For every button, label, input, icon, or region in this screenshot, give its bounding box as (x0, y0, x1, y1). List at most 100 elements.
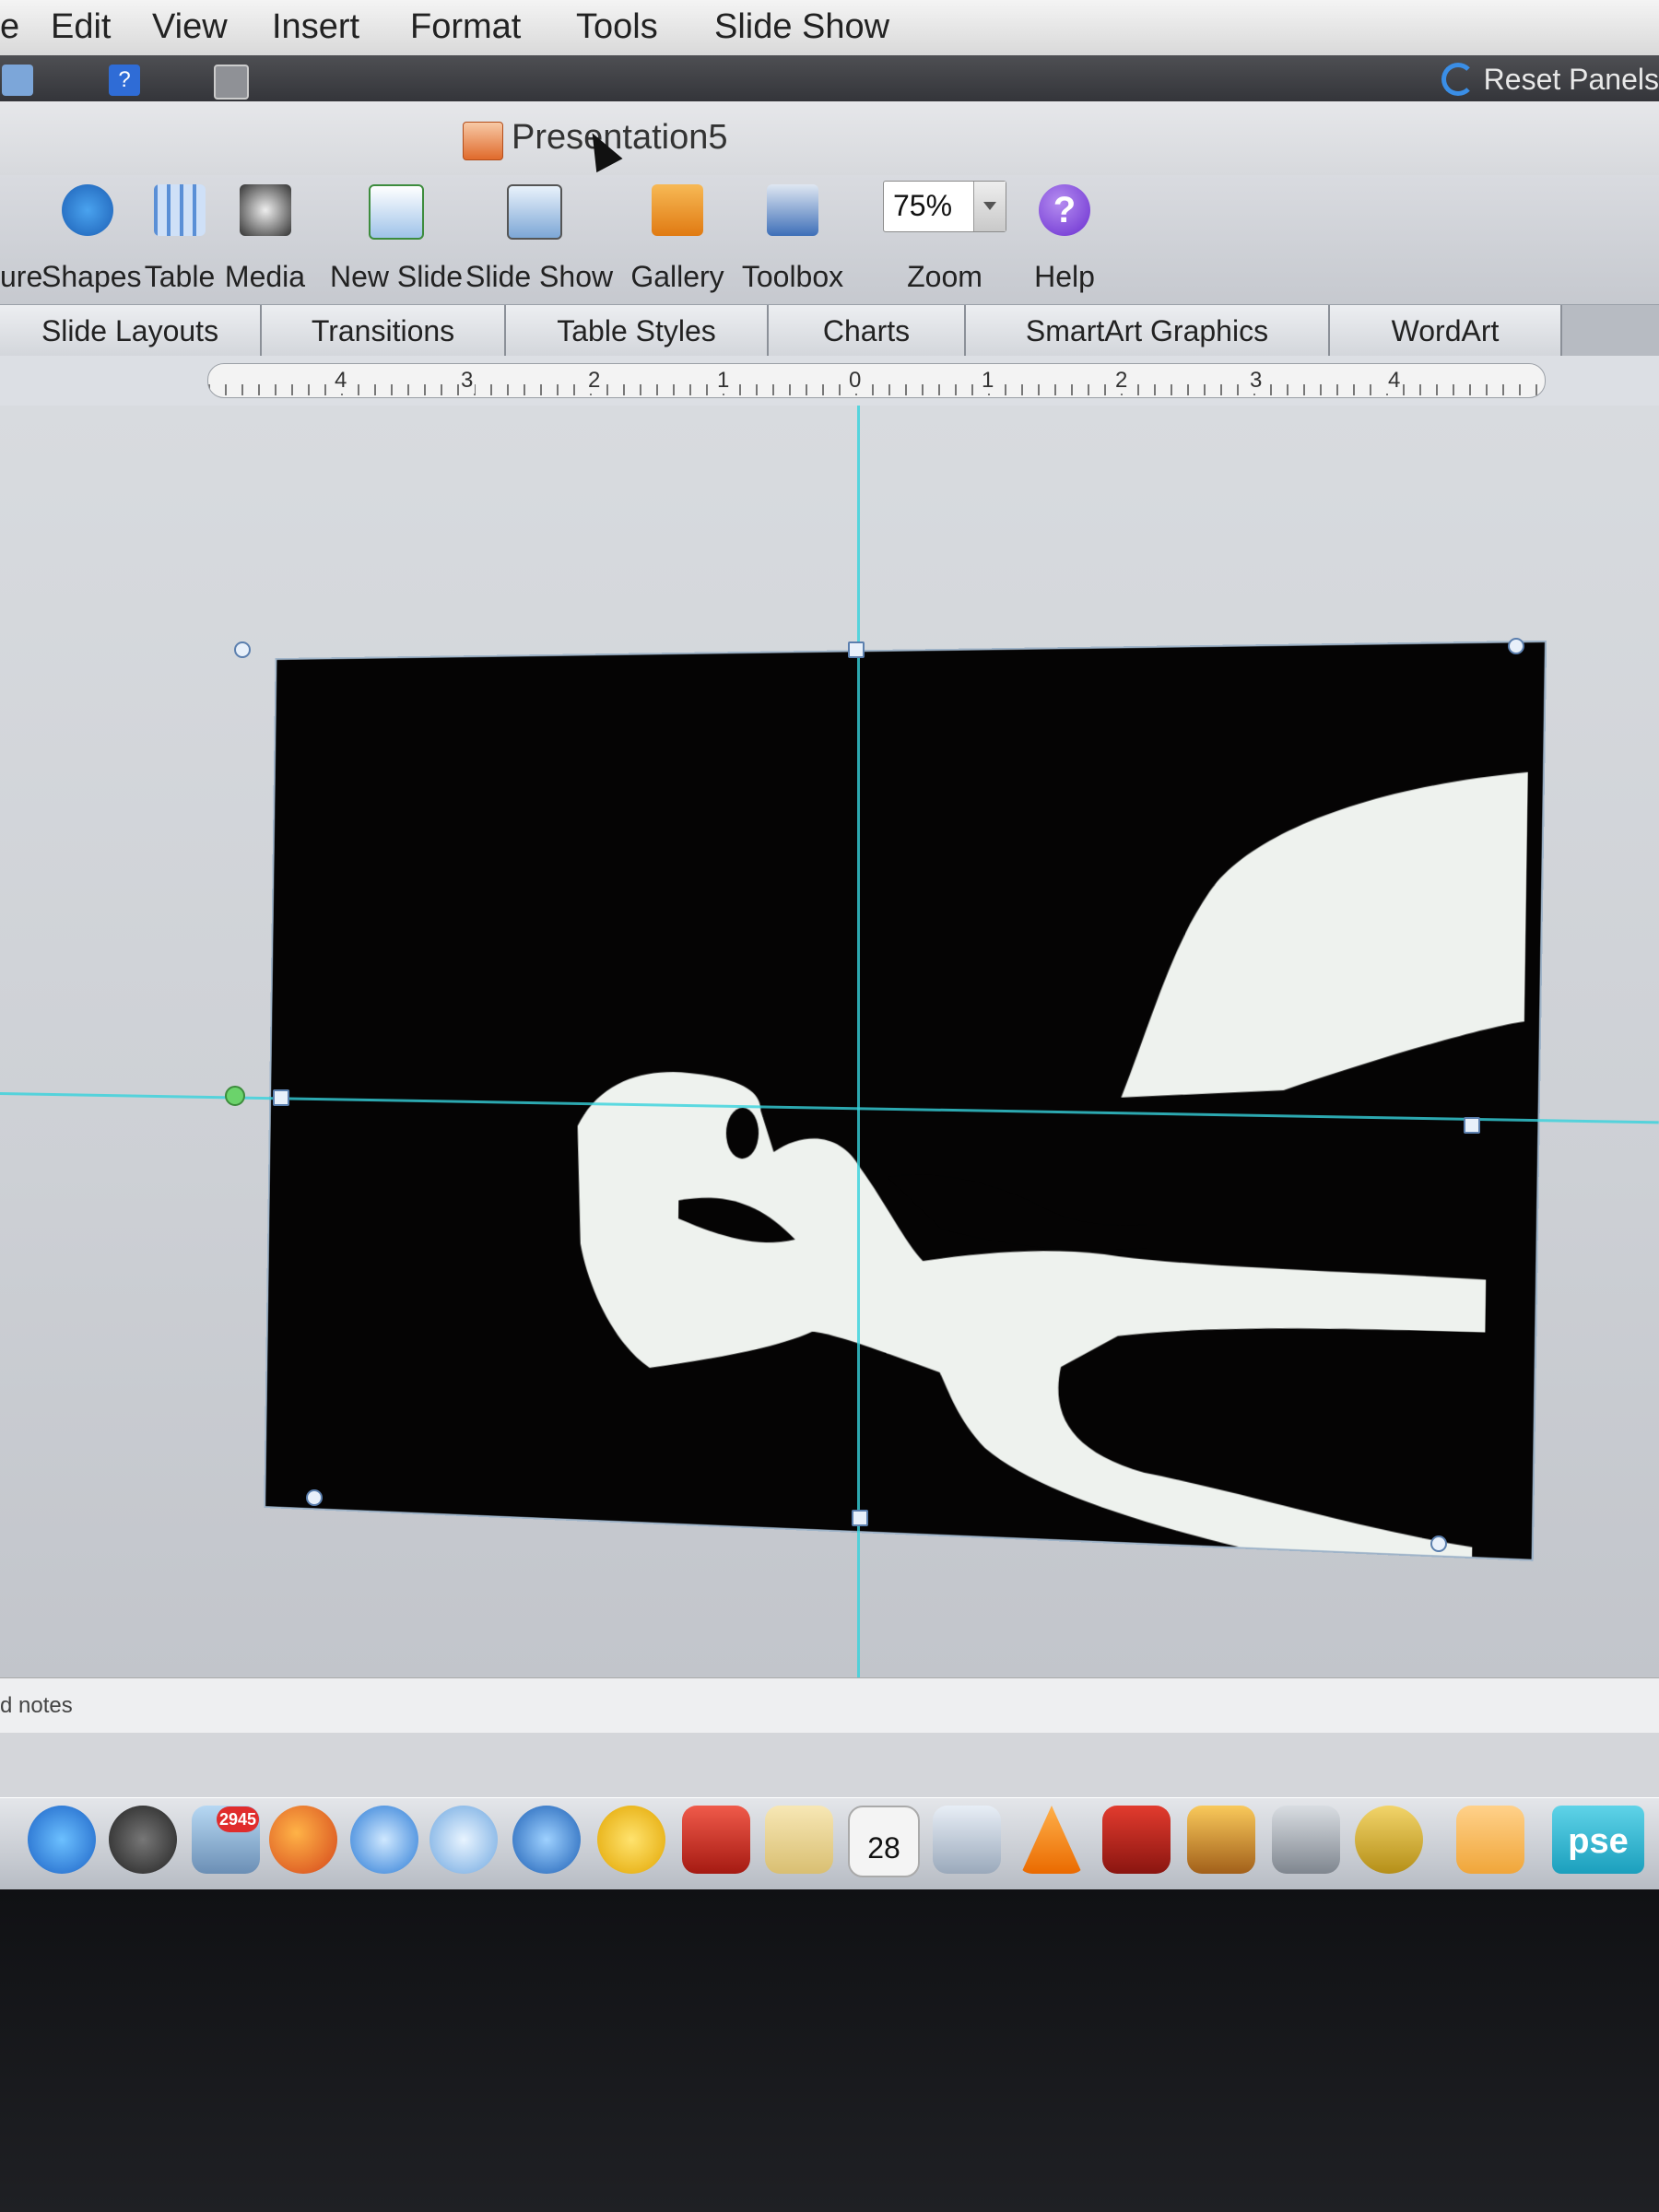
media-label: Media (221, 260, 309, 294)
zoom-select[interactable]: 75% (883, 181, 1006, 232)
notes-icon[interactable] (765, 1806, 833, 1874)
pse-label: pse (1552, 1822, 1644, 1862)
itunes-icon[interactable] (512, 1806, 581, 1874)
ruler-label: 4 (333, 368, 348, 394)
ruler-label: 2 (1113, 368, 1129, 394)
iphoto-icon[interactable] (1187, 1806, 1255, 1874)
chair-icon[interactable] (682, 1806, 750, 1874)
ruler-label: 3 (459, 368, 475, 394)
table-icon (154, 184, 206, 236)
slide-show-icon (507, 184, 562, 240)
toolbox-button[interactable]: Toolbox (733, 175, 853, 304)
resize-handle-top-right[interactable] (1508, 638, 1524, 654)
ribbon: ure Shapes Table Media New Slide Slide S… (0, 175, 1659, 304)
resize-handle-bottom-left[interactable] (306, 1489, 323, 1506)
reset-panels-button[interactable]: Reset Panels (1441, 61, 1659, 98)
calendar-day: 28 (850, 1831, 918, 1865)
ribbon-tabs: Slide Layouts Transitions Table Styles C… (0, 304, 1659, 358)
help-icon: ? (1039, 184, 1090, 236)
vertical-guide[interactable] (857, 406, 860, 1687)
vlc-icon[interactable] (1018, 1806, 1086, 1874)
status-area (0, 1733, 1659, 1797)
shapes-icon (62, 184, 113, 236)
ruler-label: 0 (847, 368, 863, 394)
resize-handle-top-left[interactable] (234, 641, 251, 658)
standard-toolbar: ? Reset Panels (0, 55, 1659, 101)
gallery-button[interactable]: Gallery (627, 175, 728, 304)
menu-file[interactable]: e (0, 7, 19, 47)
tab-charts[interactable]: Charts (769, 305, 966, 357)
window-title-bar: Presentation5 (0, 101, 1659, 175)
zoom-value: 75% (893, 189, 952, 223)
resize-handle-right[interactable] (1464, 1117, 1480, 1134)
resize-handle-left[interactable] (273, 1089, 289, 1106)
picture-label: ure (0, 260, 37, 294)
help-button[interactable]: ? Help (1023, 175, 1106, 304)
monitor-bezel (0, 1889, 1659, 2212)
pse-icon[interactable]: pse (1552, 1806, 1644, 1874)
ruler-label: 1 (980, 368, 995, 394)
resize-handle-bottom[interactable] (852, 1510, 868, 1526)
shapes-button[interactable]: Shapes (41, 175, 134, 304)
new-slide-label: New Slide (327, 260, 465, 294)
gallery-icon (652, 184, 703, 236)
layout-icon[interactable] (214, 65, 249, 100)
notes-pane[interactable]: d notes (0, 1677, 1659, 1734)
preview-icon[interactable] (933, 1806, 1001, 1874)
menu-format[interactable]: Format (410, 7, 521, 47)
menu-bar: e Edit View Insert Format Tools Slide Sh… (0, 0, 1659, 56)
yahoo-messenger-icon[interactable] (597, 1806, 665, 1874)
media-button[interactable]: Media (221, 175, 309, 304)
shapes-label: Shapes (41, 260, 134, 294)
menu-slide-show[interactable]: Slide Show (714, 7, 889, 47)
tab-wordart[interactable]: WordArt (1330, 305, 1562, 357)
safari-icon[interactable] (350, 1806, 418, 1874)
ruler-label: 4 (1386, 368, 1402, 394)
menu-insert[interactable]: Insert (272, 7, 359, 47)
help-small-icon[interactable]: ? (109, 65, 140, 96)
image-capture-icon[interactable] (1272, 1806, 1340, 1874)
media-icon (240, 184, 291, 236)
reset-panels-label: Reset Panels (1484, 63, 1659, 97)
menu-view[interactable]: View (152, 7, 228, 47)
tab-slide-layouts[interactable]: Slide Layouts (0, 305, 262, 357)
help-label: Help (1023, 260, 1106, 294)
new-slide-button[interactable]: New Slide (327, 175, 465, 304)
slide-show-button[interactable]: Slide Show (465, 175, 604, 304)
picture-button[interactable]: ure (0, 175, 37, 304)
rotation-handle[interactable] (225, 1086, 245, 1106)
stickies-icon[interactable] (1456, 1806, 1524, 1874)
table-button[interactable]: Table (138, 175, 221, 304)
slide-canvas[interactable] (0, 406, 1659, 1677)
messages-icon[interactable] (429, 1806, 498, 1874)
app-store-icon[interactable] (28, 1806, 96, 1874)
calendar-icon[interactable]: 28 (848, 1806, 920, 1877)
menu-tools[interactable]: Tools (576, 7, 658, 47)
keychain-icon[interactable] (1355, 1806, 1423, 1874)
ruler-label: 2 (586, 368, 602, 394)
menu-edit[interactable]: Edit (51, 7, 111, 47)
table-label: Table (138, 260, 221, 294)
document-title: Presentation5 (512, 118, 728, 158)
photobooth-icon[interactable] (1102, 1806, 1171, 1874)
horizontal-ruler[interactable]: 4 3 2 1 0 1 2 3 4 (207, 363, 1546, 398)
resize-handle-bottom-right[interactable] (1430, 1535, 1447, 1552)
gallery-label: Gallery (627, 260, 728, 294)
reset-icon (1441, 63, 1475, 96)
new-slide-icon (369, 184, 424, 240)
tab-table-styles[interactable]: Table Styles (506, 305, 769, 357)
tab-smartart-graphics[interactable]: SmartArt Graphics (966, 305, 1330, 357)
ruler-row: 4 3 2 1 0 1 2 3 4 (0, 356, 1659, 406)
tab-transitions[interactable]: Transitions (262, 305, 506, 357)
zoom-label: Zoom (880, 260, 1009, 294)
dashboard-icon[interactable] (109, 1806, 177, 1874)
chevron-down-icon[interactable] (973, 182, 1006, 231)
toolbox-icon (767, 184, 818, 236)
firefox-icon[interactable] (269, 1806, 337, 1874)
presentation-icon (463, 122, 503, 160)
save-icon[interactable] (2, 65, 33, 96)
mail-badge: 2945 (217, 1806, 259, 1832)
resize-handle-top[interactable] (848, 641, 865, 658)
notes-placeholder: d notes (0, 1693, 73, 1719)
ruler-label: 3 (1248, 368, 1264, 394)
